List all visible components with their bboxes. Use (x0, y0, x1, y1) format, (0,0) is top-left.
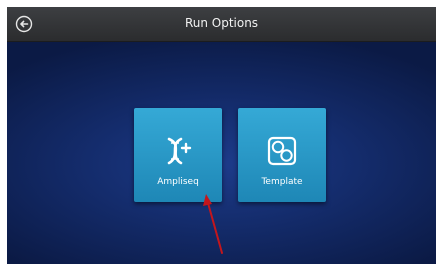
page-title: Run Options (184, 16, 259, 30)
ampliseq-button[interactable]: Ampliseq (134, 108, 222, 202)
template-button[interactable]: Template (238, 108, 326, 202)
template-circles-icon (267, 136, 297, 166)
template-label: Template (261, 177, 303, 187)
header-bar: Run Options (7, 7, 436, 42)
run-options-screen: Run Options Ampliseq Template (7, 7, 436, 264)
dna-plus-icon (167, 137, 192, 165)
ampliseq-label: Ampliseq (157, 177, 199, 187)
options-area: Ampliseq Template (7, 42, 436, 264)
